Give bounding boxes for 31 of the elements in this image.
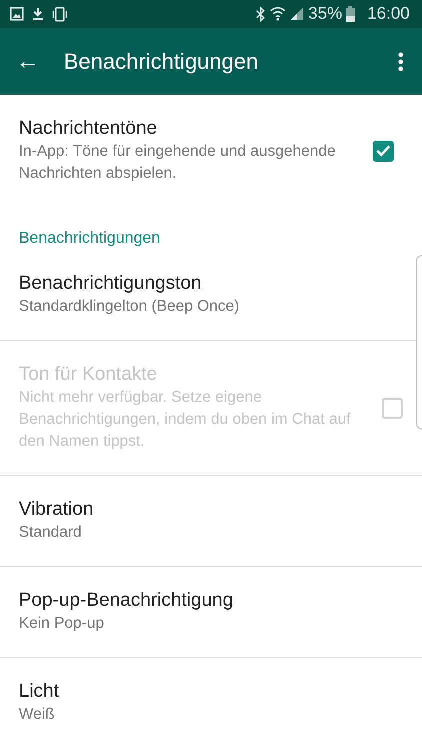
battery-percentage: 35% xyxy=(308,3,342,26)
settings-item[interactable]: Vibration Standard xyxy=(0,475,422,566)
settings-item[interactable]: Benachrichtigungston Standardklingelton (Beep Once) xyxy=(0,250,413,340)
battery-icon xyxy=(346,6,356,22)
setting-title: Benachrichtigungston xyxy=(19,272,203,296)
setting-description: Standard xyxy=(19,523,83,543)
section-header: Benachrichtigungen xyxy=(18,229,162,249)
bluetooth-icon xyxy=(256,6,266,22)
setting-description: In-App: Töne für eingehende und ausgehende Nachrichten abspielen. xyxy=(19,142,337,184)
app-bar-title: Benachrichtigungen xyxy=(64,48,258,76)
setting-title: Nachrichtentöne xyxy=(19,117,158,141)
setting-title: Pop-up-Benachrichtigung xyxy=(19,589,234,613)
more-vertical-icon xyxy=(398,52,404,72)
setting-description: Standardklingelton (Beep Once) xyxy=(19,297,241,317)
signal-icon xyxy=(290,7,304,21)
setting-title: Vibration xyxy=(19,498,95,522)
checkbox[interactable] xyxy=(373,140,394,162)
wifi-icon xyxy=(270,7,286,21)
settings-item[interactable]: Licht Weiß xyxy=(0,657,422,748)
settings-item[interactable]: Pop-up-Benachrichtigung Kein Pop-up xyxy=(0,566,422,657)
setting-description: Kein Pop-up xyxy=(19,614,106,634)
clock: 16:00 xyxy=(367,3,410,26)
setting-title: Ton für Kontakte xyxy=(19,363,158,387)
vibrate-icon xyxy=(52,6,68,22)
setting-description: Weiß xyxy=(19,705,56,725)
settings-item[interactable]: Nachrichtentöne In-App: Töne für eingehende und ausgehende Nachrichten abspielen. xyxy=(0,95,413,207)
setting-title: Licht xyxy=(19,680,60,704)
back-button[interactable]: ← xyxy=(16,50,40,74)
gallery-icon xyxy=(10,7,24,21)
setting-description: Nicht mehr verfügbar. Setze eigene Benachrichtigungen, indem du oben im Chat auf den Namen tippst. xyxy=(19,388,352,452)
download-icon xyxy=(32,7,44,21)
